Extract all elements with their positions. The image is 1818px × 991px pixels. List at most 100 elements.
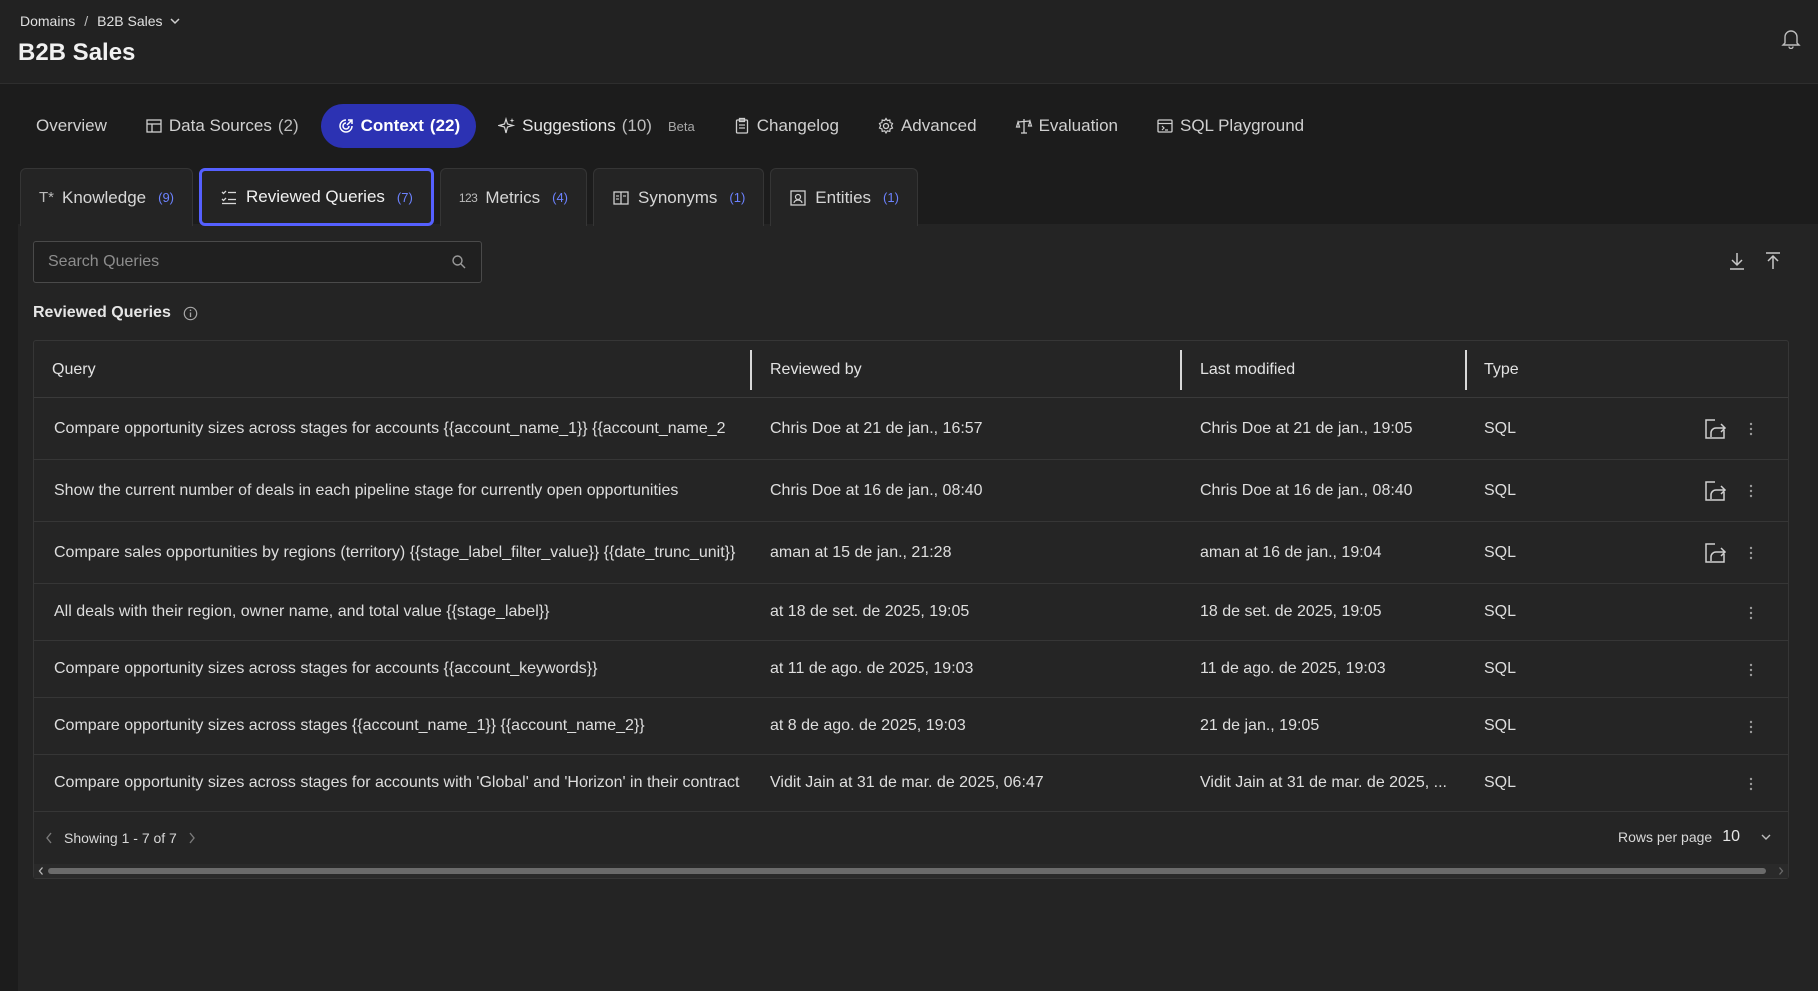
more-options-icon[interactable] bbox=[1748, 421, 1754, 437]
more-options-icon[interactable] bbox=[1748, 662, 1754, 678]
more-options-icon[interactable] bbox=[1748, 545, 1754, 561]
scroll-right-arrow-icon[interactable] bbox=[1777, 866, 1785, 876]
tab-label: Context bbox=[360, 116, 424, 135]
table-row[interactable]: Show the current number of deals in each… bbox=[34, 460, 1788, 522]
cell-reviewed-by: aman at 15 de jan., 21:28 bbox=[770, 543, 952, 561]
column-header-query[interactable]: Query bbox=[52, 341, 96, 398]
column-resizer[interactable] bbox=[750, 350, 752, 390]
table-row[interactable]: Compare opportunity sizes across stages … bbox=[34, 641, 1788, 698]
more-options-icon[interactable] bbox=[1748, 776, 1754, 792]
tab-data-sources[interactable]: Data Sources (2) bbox=[129, 104, 315, 148]
breadcrumb: Domains / B2B Sales bbox=[20, 13, 181, 29]
table-body: Compare opportunity sizes across stages … bbox=[34, 398, 1788, 812]
search-input[interactable] bbox=[48, 253, 451, 271]
tab-overview[interactable]: Overview bbox=[20, 104, 123, 148]
cell-reviewed-by: Chris Doe at 21 de jan., 16:57 bbox=[770, 419, 983, 437]
bell-icon[interactable] bbox=[1780, 27, 1802, 49]
table-row[interactable]: Compare opportunity sizes across stages … bbox=[34, 698, 1788, 755]
subtab-entities[interactable]: Entities (1) bbox=[770, 168, 918, 226]
tab-count: (10) bbox=[621, 116, 652, 135]
share-icon[interactable] bbox=[1703, 541, 1729, 565]
scrollbar-thumb[interactable] bbox=[48, 868, 1766, 874]
subtab-synonyms[interactable]: Synonyms (1) bbox=[593, 168, 765, 226]
cell-reviewed-by: at 18 de set. de 2025, 19:05 bbox=[770, 603, 970, 620]
entity-icon bbox=[790, 189, 806, 206]
table-row[interactable]: Compare opportunity sizes across stages … bbox=[34, 398, 1788, 460]
section-title-text: Reviewed Queries bbox=[33, 304, 171, 321]
horizontal-scrollbar[interactable] bbox=[34, 864, 1788, 878]
tab-context[interactable]: Context (22) bbox=[320, 104, 477, 148]
cell-last-modified: Vidit Jain at 31 de mar. de 2025, ... bbox=[1200, 774, 1447, 791]
table-header: Query Reviewed by Last modified Type bbox=[34, 341, 1788, 398]
table-row[interactable]: Compare sales opportunities by regions (… bbox=[34, 522, 1788, 584]
table-icon bbox=[146, 119, 162, 133]
subtab-count: (7) bbox=[396, 189, 413, 205]
subtab-label: Knowledge bbox=[62, 187, 147, 207]
download-icon[interactable] bbox=[1726, 250, 1748, 272]
tab-label: Suggestions bbox=[522, 116, 616, 135]
subtab-metrics[interactable]: 123 Metrics (4) bbox=[439, 168, 588, 226]
chevron-left-icon[interactable] bbox=[44, 831, 54, 845]
subtab-count: (1) bbox=[729, 190, 746, 205]
tab-label: Advanced bbox=[900, 116, 977, 135]
breadcrumb-separator: / bbox=[84, 13, 89, 29]
more-options-icon[interactable] bbox=[1748, 483, 1754, 499]
search-icon[interactable] bbox=[451, 254, 467, 270]
cell-query: All deals with their region, owner name,… bbox=[54, 603, 550, 620]
chevron-down-icon[interactable] bbox=[169, 15, 181, 27]
rows-per-page-select[interactable]: 10 bbox=[1722, 828, 1740, 846]
column-header-reviewed-by[interactable]: Reviewed by bbox=[770, 341, 862, 398]
table-row[interactable]: Compare opportunity sizes across stages … bbox=[34, 755, 1788, 812]
chevron-right-icon[interactable] bbox=[187, 831, 197, 845]
chevron-down-icon[interactable] bbox=[1760, 831, 1772, 843]
tab-label: Data Sources bbox=[168, 116, 272, 135]
more-options-icon[interactable] bbox=[1748, 719, 1754, 735]
breadcrumb-domains[interactable]: Domains bbox=[20, 13, 75, 29]
tab-sql-playground[interactable]: SQL Playground bbox=[1140, 104, 1320, 148]
tab-label: SQL Playground bbox=[1179, 116, 1305, 135]
subtab-knowledge[interactable]: T* Knowledge (9) bbox=[20, 168, 194, 226]
tab-evaluation[interactable]: Evaluation bbox=[999, 104, 1134, 148]
tab-label: Changelog bbox=[756, 116, 839, 135]
column-resizer[interactable] bbox=[1465, 350, 1467, 390]
column-header-last-modified[interactable]: Last modified bbox=[1200, 341, 1295, 398]
cell-type: SQL bbox=[1484, 717, 1517, 734]
info-icon[interactable] bbox=[183, 306, 198, 321]
more-options-icon[interactable] bbox=[1748, 605, 1754, 621]
column-resizer[interactable] bbox=[1180, 350, 1182, 390]
scroll-left-arrow-icon[interactable] bbox=[37, 866, 45, 876]
share-icon[interactable] bbox=[1703, 417, 1729, 441]
sparkle-icon bbox=[498, 117, 516, 134]
table-row[interactable]: All deals with their region, owner name,… bbox=[34, 584, 1788, 641]
cell-last-modified: 11 de ago. de 2025, 19:03 bbox=[1200, 660, 1386, 677]
column-header-type[interactable]: Type bbox=[1484, 341, 1519, 398]
cell-query: Compare sales opportunities by regions (… bbox=[54, 543, 736, 561]
tab-count: (2) bbox=[277, 116, 299, 135]
rows-per-page: Rows per page 10 bbox=[1618, 828, 1772, 846]
reviewed-queries-table: Query Reviewed by Last modified Type Com… bbox=[33, 340, 1789, 879]
subtab-label: Synonyms bbox=[638, 187, 718, 207]
cell-type: SQL bbox=[1484, 660, 1517, 677]
subtab-count: (1) bbox=[883, 190, 899, 205]
top-bar: Domains / B2B Sales B2B Sales bbox=[0, 0, 1818, 84]
tab-suggestions[interactable]: Suggestions (10) Beta bbox=[482, 104, 711, 148]
cell-type: SQL bbox=[1484, 603, 1517, 620]
tab-count: (22) bbox=[429, 116, 461, 135]
playground-icon bbox=[1157, 119, 1173, 133]
subtab-reviewed-queries[interactable]: Reviewed Queries (7) bbox=[199, 168, 434, 226]
cell-type: SQL bbox=[1484, 543, 1517, 561]
breadcrumb-b2b-sales[interactable]: B2B Sales bbox=[97, 13, 162, 29]
tab-label: Evaluation bbox=[1038, 116, 1118, 135]
rows-per-page-label: Rows per page bbox=[1618, 829, 1713, 845]
cell-type: SQL bbox=[1484, 774, 1517, 791]
cell-query: Show the current number of deals in each… bbox=[54, 481, 679, 499]
share-icon[interactable] bbox=[1703, 479, 1729, 503]
cell-reviewed-by: at 8 de ago. de 2025, 19:03 bbox=[770, 717, 966, 734]
upload-icon[interactable] bbox=[1762, 250, 1784, 272]
search-box bbox=[33, 241, 482, 283]
cell-reviewed-by: at 11 de ago. de 2025, 19:03 bbox=[770, 660, 974, 677]
tab-changelog[interactable]: Changelog bbox=[717, 104, 855, 148]
number-icon: 123 bbox=[458, 190, 478, 205]
tab-advanced[interactable]: Advanced bbox=[861, 104, 993, 148]
cell-query: Compare opportunity sizes across stages … bbox=[54, 774, 740, 791]
